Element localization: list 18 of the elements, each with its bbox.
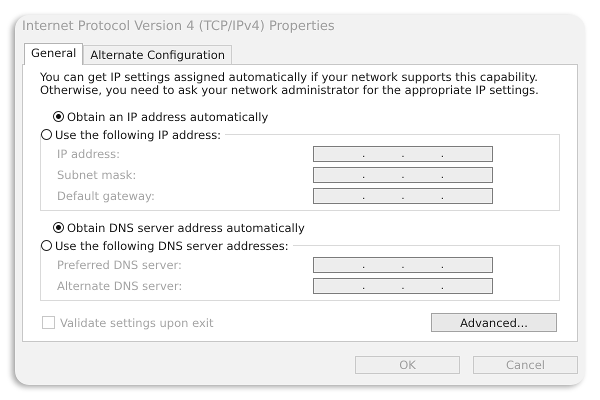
tab[interactable]: Alternate Configuration bbox=[83, 45, 232, 64]
field-label: Preferred DNS server: bbox=[57, 258, 182, 272]
radio-label[interactable]: Use the following IP address: bbox=[55, 128, 222, 142]
radio-button[interactable] bbox=[53, 111, 64, 122]
tab[interactable]: General bbox=[24, 43, 84, 65]
advanced-button[interactable]: Advanced... bbox=[431, 313, 557, 332]
field-label: IP address: bbox=[57, 146, 120, 160]
radio-label[interactable]: Use the following DNS server addresses: bbox=[55, 238, 289, 252]
radio-button[interactable] bbox=[53, 222, 64, 233]
field-label: Alternate DNS server: bbox=[57, 278, 182, 292]
radio-button[interactable] bbox=[41, 129, 52, 140]
radio-label[interactable]: Obtain DNS server address automatically bbox=[67, 220, 305, 234]
radio-button[interactable] bbox=[41, 240, 52, 251]
radio-label[interactable]: Obtain an IP address automatically bbox=[67, 110, 268, 124]
field-label: Default gateway: bbox=[57, 188, 155, 202]
window-title: Internet Protocol Version 4 (TCP/IPv4) Properties bbox=[22, 18, 335, 36]
description-text: You can get IP settings assigned automatically if your network supports this capability. Otherwise, you need to ask your network administrator for the appropriate IP settings. bbox=[40, 71, 540, 96]
field-label: Subnet mask: bbox=[57, 168, 136, 182]
